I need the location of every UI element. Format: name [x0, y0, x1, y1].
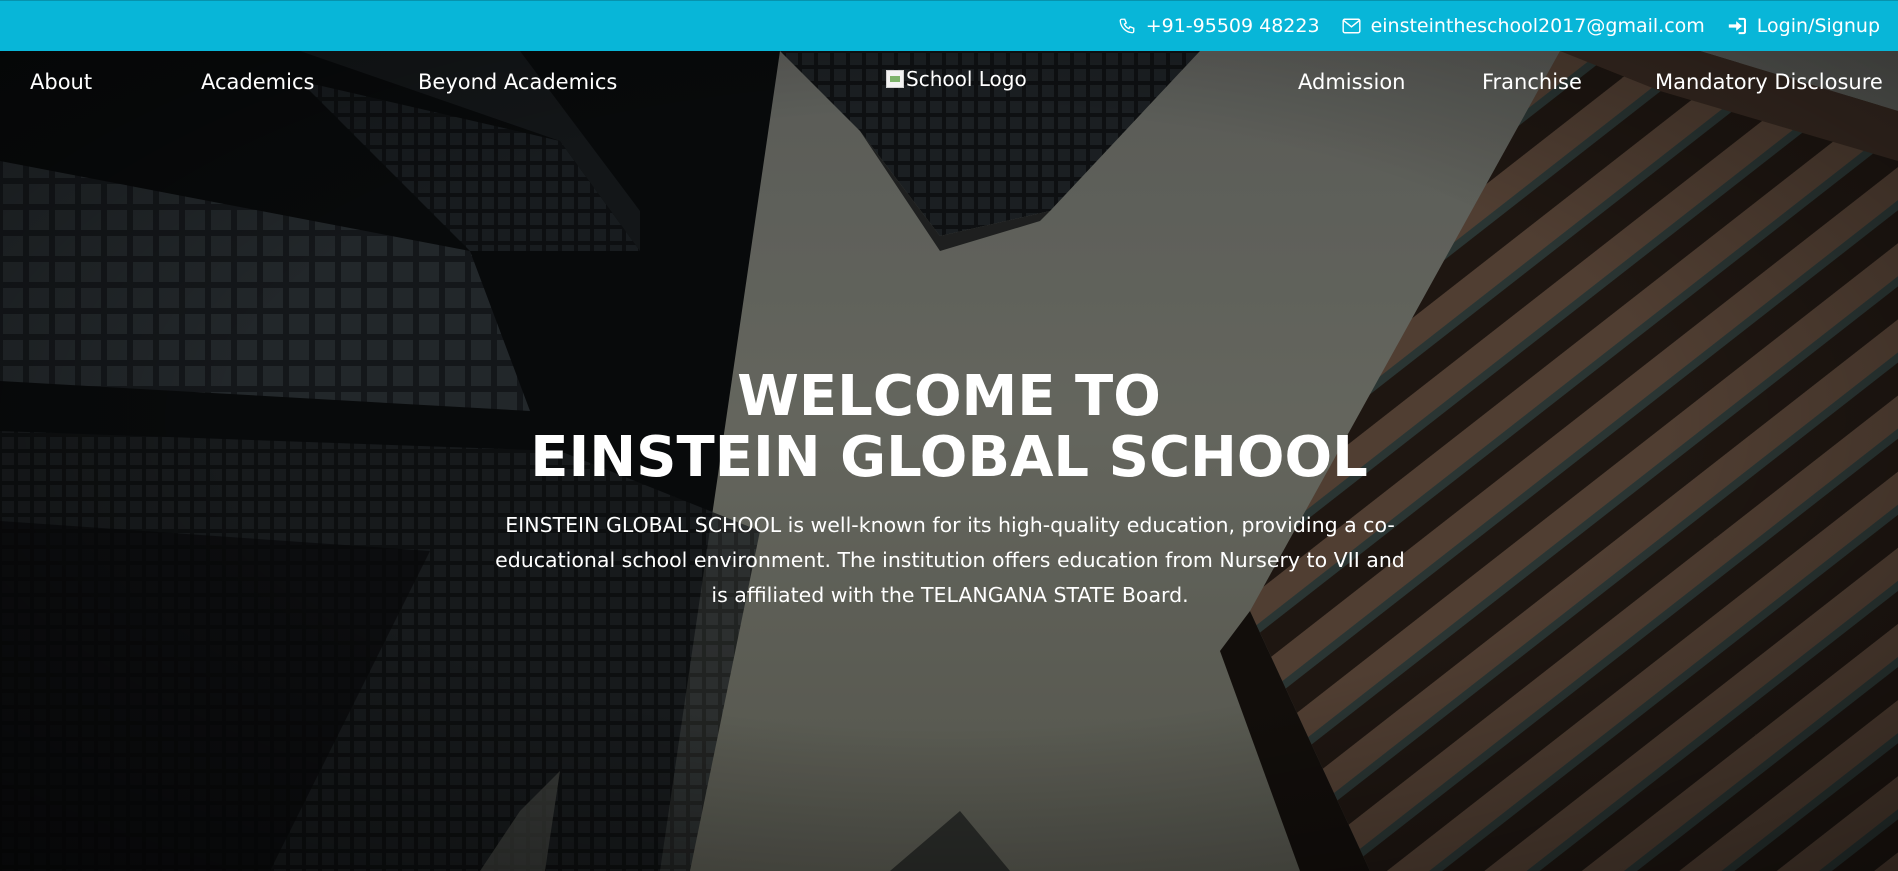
nav-academics[interactable]: Academics	[201, 70, 314, 94]
school-logo-alt-text: School Logo	[906, 67, 1027, 91]
nav-franchise[interactable]: Franchise	[1482, 70, 1582, 94]
phone-icon	[1119, 18, 1135, 34]
nav-beyond-academics[interactable]: Beyond Academics	[418, 70, 617, 94]
top-contact-bar: +91-95509 48223 einsteintheschool2017@gm…	[0, 0, 1898, 51]
sign-in-icon	[1728, 17, 1746, 35]
hero-title-line1: WELCOME TO	[737, 364, 1161, 429]
broken-image-icon	[886, 70, 904, 88]
envelope-icon	[1342, 18, 1361, 34]
login-signup-label: Login/Signup	[1756, 15, 1880, 37]
email-address: einsteintheschool2017@gmail.com	[1370, 15, 1705, 37]
school-logo[interactable]: School Logo	[886, 67, 1027, 91]
main-navbar: About Academics Beyond Academics School …	[0, 51, 1898, 117]
nav-about[interactable]: About	[30, 70, 92, 94]
login-signup-link[interactable]: Login/Signup	[1727, 15, 1880, 37]
email-contact[interactable]: einsteintheschool2017@gmail.com	[1342, 15, 1705, 37]
hero-title: WELCOME TO EINSTEIN GLOBAL SCHOOL	[0, 366, 1898, 488]
nav-mandatory-disclosure[interactable]: Mandatory Disclosure	[1655, 70, 1883, 94]
hero-title-line2: EINSTEIN GLOBAL SCHOOL	[530, 425, 1368, 490]
phone-number: +91-95509 48223	[1145, 15, 1320, 37]
hero-description: EINSTEIN GLOBAL SCHOOL is well-known for…	[495, 513, 1405, 607]
phone-contact[interactable]: +91-95509 48223	[1118, 15, 1320, 37]
nav-admission[interactable]: Admission	[1298, 70, 1406, 94]
